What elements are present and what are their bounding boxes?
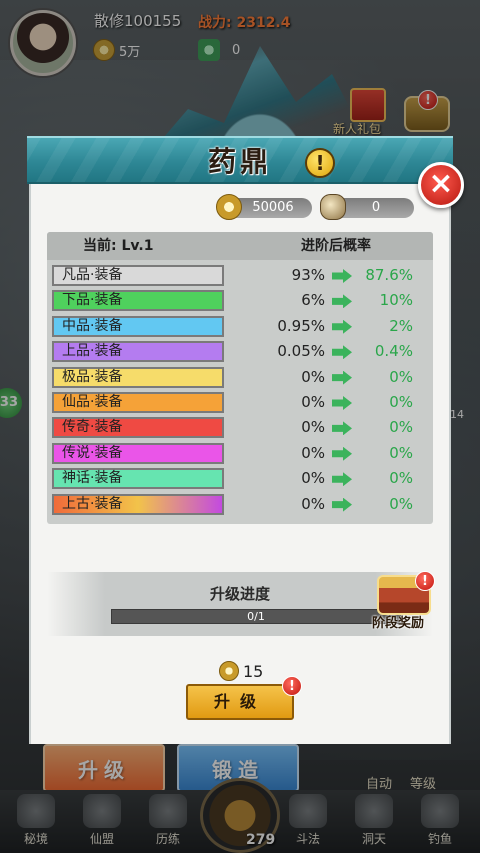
probability-row: 上古·装备 0% 0% <box>47 492 433 517</box>
stage-reward-label: 阶段奖励 <box>372 616 425 631</box>
dialog-title: 药鼎 <box>207 145 272 178</box>
probability-row: 神话·装备 0% 0% <box>47 466 433 491</box>
new-rate: 0% <box>389 469 413 488</box>
current-rate: 0% <box>301 367 325 386</box>
upgrade-alert-badge: ! <box>282 676 302 696</box>
dialog-header: 药鼎 <box>27 136 453 184</box>
arrow-right-icon <box>332 345 352 360</box>
probability-row: 极品·装备 0% 0% <box>47 365 433 390</box>
new-rate: 0% <box>389 443 413 462</box>
gold-coin-icon <box>219 661 239 681</box>
new-rate: 0% <box>389 494 413 513</box>
tier-label: 传奇·装备 <box>52 417 224 439</box>
after-upgrade-label: 进阶后概率 <box>301 238 371 254</box>
arrow-right-icon <box>332 446 352 461</box>
arrow-right-icon <box>332 396 352 410</box>
new-rate: 2% <box>389 316 413 335</box>
tier-label: 极品·装备 <box>52 366 224 388</box>
new-rate: 0% <box>389 418 413 437</box>
tier-label: 上古·装备 <box>52 493 224 515</box>
current-rate: 6% <box>301 291 325 310</box>
tier-label: 中品·装备 <box>52 315 224 337</box>
current-rate: 0.05% <box>277 342 325 361</box>
info-icon[interactable]: ! <box>305 148 335 178</box>
arrow-right-icon <box>332 370 352 385</box>
upgrade-button[interactable]: 升级 <box>186 684 294 720</box>
arrow-right-icon <box>332 421 352 436</box>
new-rate: 0.4% <box>374 342 413 361</box>
probability-table-header: 当前: Lv.1 进阶后概率 <box>47 232 433 260</box>
upgrade-cost-value: 15 <box>243 661 264 681</box>
current-rate: 0% <box>301 418 325 437</box>
probability-row: 仙品·装备 0% 0% <box>47 390 433 415</box>
progress-text: 0/1 <box>247 610 265 623</box>
current-rate: 0% <box>301 393 325 411</box>
current-rate: 0% <box>301 469 325 488</box>
tier-label: 传说·装备 <box>52 442 224 464</box>
tier-label: 凡品·装备 <box>52 265 224 286</box>
current-rate: 0% <box>301 494 325 513</box>
probability-row: 凡品·装备 93% 87.6% <box>47 263 433 288</box>
new-rate: 0% <box>389 393 413 411</box>
new-rate: 87.6% <box>365 266 413 284</box>
arrow-right-icon <box>332 472 352 487</box>
new-rate: 0% <box>389 367 413 386</box>
close-button[interactable]: × <box>418 162 464 208</box>
ore-balance-value: 0 <box>371 200 381 215</box>
arrow-right-icon <box>332 497 352 512</box>
new-rate: 10% <box>379 291 413 310</box>
tier-label: 神话·装备 <box>52 468 224 490</box>
tier-label: 仙品·装备 <box>52 392 224 413</box>
current-rate: 93% <box>291 266 325 284</box>
probability-row: 传说·装备 0% 0% <box>47 441 433 466</box>
arrow-right-icon <box>332 269 352 283</box>
progress-title: 升级进度 <box>209 585 270 603</box>
probability-row: 下品·装备 6% 10% <box>47 288 433 313</box>
probability-row: 中品·装备 0.95% 2% <box>47 314 433 339</box>
probability-row: 传奇·装备 0% 0% <box>47 415 433 440</box>
upgrade-cost: 15 <box>219 660 263 682</box>
probability-row: 上品·装备 0.05% 0.4% <box>47 339 433 364</box>
current-rate: 0.95% <box>277 316 325 335</box>
tier-label: 上品·装备 <box>52 341 224 363</box>
arrow-right-icon <box>332 294 352 309</box>
gold-balance-value: 50006 <box>252 200 294 215</box>
ore-balance: 0 <box>320 194 414 220</box>
chest-alert-badge: ! <box>415 571 435 591</box>
current-level-label: 当前: Lv.1 <box>83 238 154 254</box>
arrow-right-icon <box>332 319 352 334</box>
gold-balance: 50006 <box>216 194 312 220</box>
tier-label: 下品·装备 <box>52 290 224 312</box>
current-rate: 0% <box>301 443 325 462</box>
